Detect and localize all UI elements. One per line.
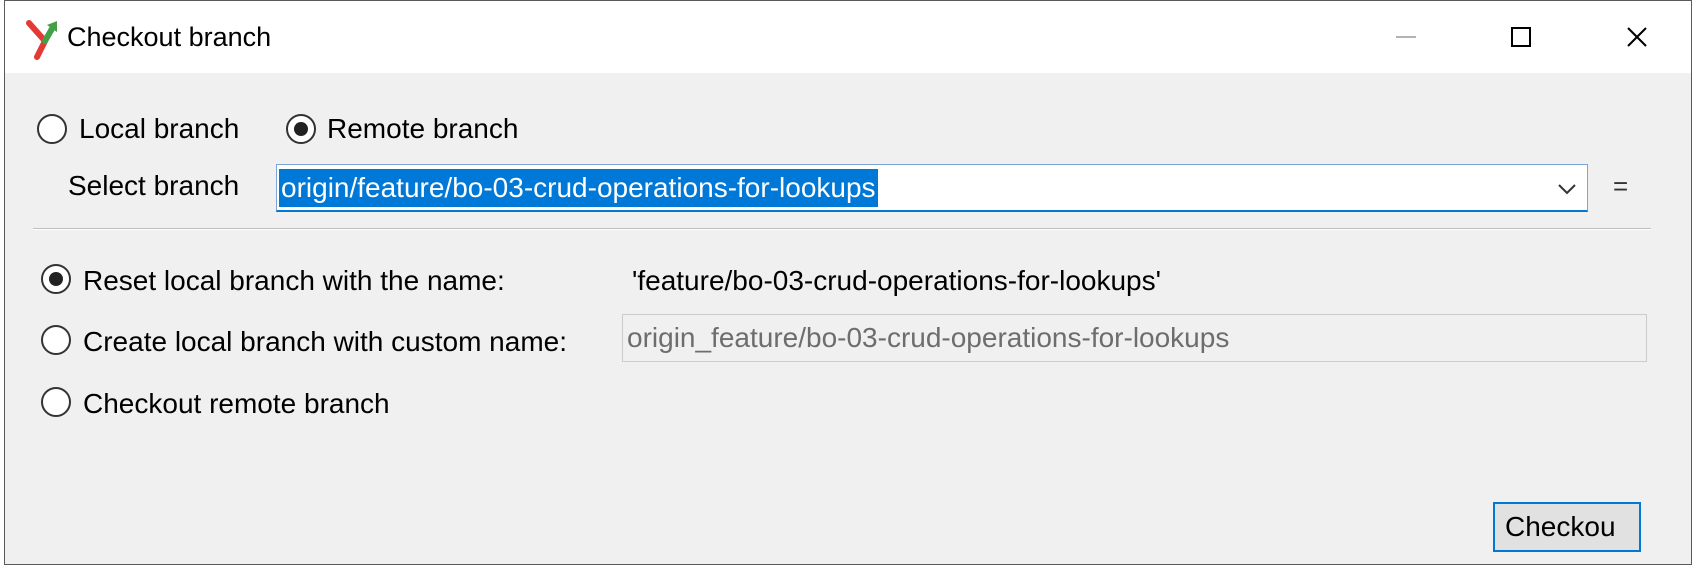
- custom-branch-name-input[interactable]: origin_feature/bo-03-crud-operations-for…: [622, 314, 1647, 362]
- maximize-icon: [1511, 27, 1531, 47]
- maximize-button[interactable]: [1466, 1, 1576, 73]
- equals-button[interactable]: =: [1613, 171, 1628, 202]
- remote-branch-label[interactable]: Remote branch: [327, 111, 518, 147]
- checkout-branch-dialog: Checkout branch Local branch Remote bran…: [4, 0, 1692, 565]
- reset-local-branch-radio[interactable]: [41, 264, 71, 294]
- checkout-button[interactable]: Checkou: [1493, 502, 1641, 552]
- checkout-remote-branch-radio[interactable]: [41, 387, 71, 417]
- select-branch-combobox[interactable]: origin/feature/bo-03-crud-operations-for…: [276, 164, 1588, 212]
- git-branch-merge-icon: [26, 20, 57, 60]
- close-button[interactable]: [1582, 1, 1691, 73]
- minimize-button[interactable]: [1351, 1, 1461, 73]
- window-title: Checkout branch: [67, 22, 272, 52]
- local-branch-radio[interactable]: [37, 114, 67, 144]
- checkout-remote-branch-label[interactable]: Checkout remote branch: [83, 386, 390, 422]
- create-custom-branch-label[interactable]: Create local branch with custom name:: [83, 324, 567, 360]
- local-branch-label[interactable]: Local branch: [79, 111, 239, 147]
- select-branch-value: origin/feature/bo-03-crud-operations-for…: [279, 169, 878, 207]
- minimize-icon: [1396, 36, 1416, 38]
- select-branch-label: Select branch: [68, 170, 240, 201]
- reset-branch-name-value: 'feature/bo-03-crud-operations-for-looku…: [632, 265, 1161, 296]
- title-bar: Checkout branch: [5, 1, 1691, 73]
- screen: Checkout branch Local branch Remote bran…: [0, 0, 1696, 569]
- remote-branch-radio[interactable]: [286, 114, 316, 144]
- create-custom-branch-radio[interactable]: [41, 325, 71, 355]
- reset-local-branch-label[interactable]: Reset local branch with the name:: [83, 263, 505, 299]
- separator: [33, 228, 1651, 230]
- close-icon: [1627, 27, 1647, 47]
- chevron-down-icon[interactable]: [1555, 177, 1579, 201]
